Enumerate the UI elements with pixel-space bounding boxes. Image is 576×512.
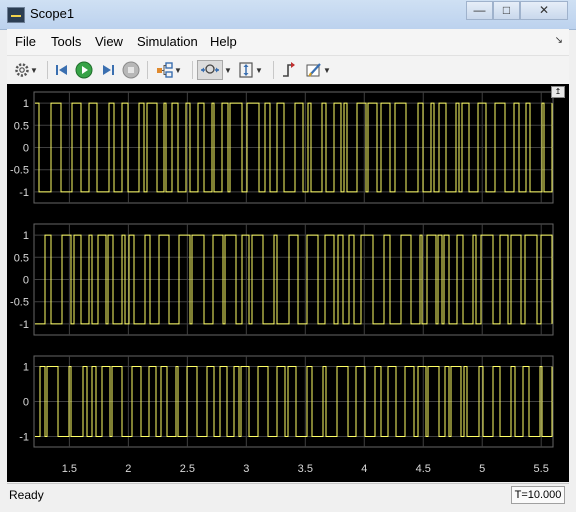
style-button[interactable]: ▼ [301, 60, 335, 80]
status-bar: Ready T=10.000 [7, 483, 569, 506]
menu-file[interactable]: File [15, 34, 36, 49]
x-tick-label: 4 [361, 463, 367, 475]
x-tick-label: 5 [479, 463, 485, 475]
scope-plots: 1 0.5 0 -0.5 -1 1 0.5 0 -0.5 -1 1 0 -1 1.5 2 2.5 3 3.5 4 4.… [10, 91, 554, 475]
gear-icon [15, 63, 29, 77]
step-back-button[interactable] [52, 60, 72, 80]
y-tick-label: -1 [19, 319, 29, 331]
chevron-down-icon: ▼ [174, 65, 182, 75]
chevron-down-icon: ▼ [323, 65, 331, 75]
toolbar-separator [147, 61, 148, 79]
run-button[interactable] [74, 60, 94, 80]
y-tick-label: 0 [23, 397, 29, 409]
menu-bar: File Tools View Simulation Help ↘ [7, 29, 569, 55]
scope-display: 1 0.5 0 -0.5 -1 1 0.5 0 -0.5 -1 1 0 -1 1.5 2 2.5 3 3.5 4 4.… [7, 84, 569, 482]
y-tick-label: 1 [23, 230, 29, 242]
signal-selector-icon [157, 62, 173, 78]
menu-tools[interactable]: Tools [51, 34, 81, 49]
window-title: Scope1 [30, 6, 75, 21]
maximize-button[interactable]: □ [493, 1, 520, 20]
menu-help[interactable]: Help [210, 34, 237, 49]
dock-arrow-icon[interactable]: ↘ [555, 35, 563, 46]
x-tick-label: 3.5 [298, 463, 313, 475]
scale-axes-button[interactable]: ▼ [233, 60, 267, 80]
zoom-button[interactable] [197, 60, 223, 80]
y-tick-label: 0 [23, 143, 29, 155]
y-tick-label: -0.5 [10, 165, 29, 177]
run-icon [75, 61, 93, 79]
signal-selector-button[interactable]: ▼ [153, 60, 185, 80]
y-tick-label: 0.5 [14, 252, 29, 264]
menu-view[interactable]: View [95, 34, 123, 49]
step-back-icon [56, 65, 67, 75]
x-tick-label: 2.5 [180, 463, 195, 475]
title-bar: Scope1 — □ ✕ [0, 0, 576, 30]
x-tick-label: 4.5 [416, 463, 431, 475]
minimize-button[interactable]: — [466, 1, 493, 20]
step-forward-icon [103, 65, 114, 75]
triggers-icon [283, 62, 295, 77]
y-tick-label: 0 [23, 275, 29, 287]
toolbar-separator [192, 61, 193, 79]
triggers-button[interactable] [279, 60, 299, 80]
y-tick-label: -0.5 [10, 297, 29, 309]
y-tick-label: 1 [23, 98, 29, 110]
status-text: Ready [9, 488, 44, 502]
step-forward-button[interactable] [98, 60, 118, 80]
style-icon [306, 63, 321, 77]
stop-button[interactable] [121, 60, 141, 80]
y-tick-label: 1 [23, 362, 29, 374]
x-tick-label: 5.5 [534, 463, 549, 475]
menu-simulation[interactable]: Simulation [137, 34, 198, 49]
close-button[interactable]: ✕ [520, 1, 568, 20]
stop-icon [122, 61, 140, 79]
toolbar-separator [47, 61, 48, 79]
undock-icon[interactable]: ↥ [551, 86, 565, 98]
x-tick-label: 1.5 [62, 463, 77, 475]
chevron-down-icon: ▼ [255, 65, 263, 75]
toolbar-separator [273, 61, 274, 79]
chevron-down-icon: ▼ [30, 65, 38, 75]
toolbar: ▼ ▼ ▼ ▼ ▼ [7, 55, 569, 85]
chevron-down-icon[interactable]: ▼ [224, 66, 232, 75]
y-tick-label: 0.5 [14, 120, 29, 132]
y-tick-label: -1 [19, 187, 29, 199]
x-tick-label: 2 [125, 463, 131, 475]
configuration-button[interactable]: ▼ [11, 60, 41, 80]
zoom-icon [201, 64, 219, 74]
simulation-time: T=10.000 [511, 486, 565, 504]
scale-axes-icon [239, 62, 253, 78]
scope-app-icon [7, 7, 25, 23]
x-tick-label: 3 [243, 463, 249, 475]
y-tick-label: -1 [19, 432, 29, 444]
